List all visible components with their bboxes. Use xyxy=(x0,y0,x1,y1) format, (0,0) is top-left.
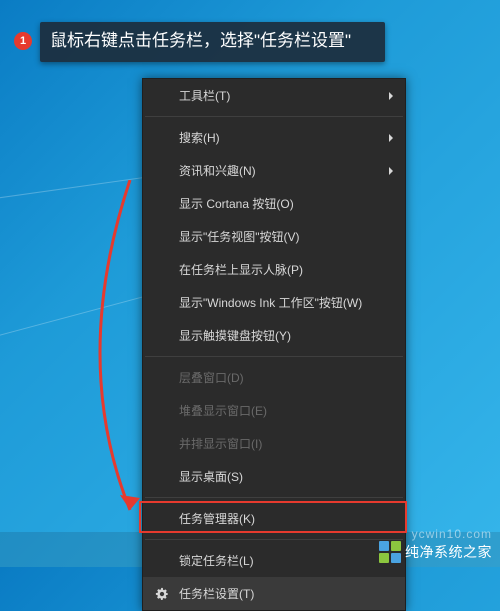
menu-separator xyxy=(145,539,403,540)
menu-item-label: 任务栏设置(T) xyxy=(179,587,254,601)
menu-item-label: 搜索(H) xyxy=(179,131,220,145)
menu-item: 层叠窗口(D) xyxy=(143,361,405,394)
menu-item-label: 显示桌面(S) xyxy=(179,470,243,484)
menu-item[interactable]: 显示触摸键盘按钮(Y) xyxy=(143,319,405,352)
menu-separator xyxy=(145,497,403,498)
step-tooltip: 鼠标右键点击任务栏，选择"任务栏设置" xyxy=(40,22,385,62)
menu-item-label: 显示"Windows Ink 工作区"按钮(W) xyxy=(179,296,362,310)
menu-item[interactable]: 资讯和兴趣(N) xyxy=(143,154,405,187)
menu-item[interactable]: 显示桌面(S) xyxy=(143,460,405,493)
menu-item-label: 层叠窗口(D) xyxy=(179,371,244,385)
menu-item[interactable]: 在任务栏上显示人脉(P) xyxy=(143,253,405,286)
step-number-badge: 1 xyxy=(14,32,32,50)
menu-item-label: 显示触摸键盘按钮(Y) xyxy=(179,329,291,343)
menu-item: 并排显示窗口(I) xyxy=(143,427,405,460)
watermark-url: ycwin10.com xyxy=(412,527,492,541)
menu-item-label: 工具栏(T) xyxy=(179,89,230,103)
menu-item[interactable]: 搜索(H) xyxy=(143,121,405,154)
step-tooltip-text: 鼠标右键点击任务栏，选择"任务栏设置" xyxy=(50,31,351,50)
watermark-logo-icon xyxy=(379,541,401,563)
menu-item[interactable]: 任务栏设置(T) xyxy=(143,577,405,610)
menu-item[interactable]: 锁定任务栏(L) xyxy=(143,544,405,577)
menu-item-label: 显示 Cortana 按钮(O) xyxy=(179,197,294,211)
menu-item[interactable]: 显示 Cortana 按钮(O) xyxy=(143,187,405,220)
menu-item: 堆叠显示窗口(E) xyxy=(143,394,405,427)
menu-item-label: 任务管理器(K) xyxy=(179,512,255,526)
menu-separator xyxy=(145,116,403,117)
menu-item[interactable]: 工具栏(T) xyxy=(143,79,405,112)
menu-separator xyxy=(145,356,403,357)
menu-item-label: 并排显示窗口(I) xyxy=(179,437,262,451)
step-number: 1 xyxy=(20,35,26,47)
taskbar-context-menu: 工具栏(T) 搜索(H) 资讯和兴趣(N) 显示 Cortana 按钮(O) 显示"任务… xyxy=(142,78,406,611)
menu-item-label: 显示"任务视图"按钮(V) xyxy=(179,230,300,244)
menu-item-label: 资讯和兴趣(N) xyxy=(179,164,256,178)
menu-item[interactable]: 任务管理器(K) xyxy=(143,502,405,535)
watermark: 纯净系统之家 xyxy=(379,541,492,563)
gear-icon xyxy=(155,587,169,601)
menu-item[interactable]: 显示"任务视图"按钮(V) xyxy=(143,220,405,253)
menu-item-label: 在任务栏上显示人脉(P) xyxy=(179,263,303,277)
watermark-text: 纯净系统之家 xyxy=(405,542,492,562)
menu-item-label: 堆叠显示窗口(E) xyxy=(179,404,267,418)
menu-item[interactable]: 显示"Windows Ink 工作区"按钮(W) xyxy=(143,286,405,319)
menu-item-label: 锁定任务栏(L) xyxy=(179,554,254,568)
